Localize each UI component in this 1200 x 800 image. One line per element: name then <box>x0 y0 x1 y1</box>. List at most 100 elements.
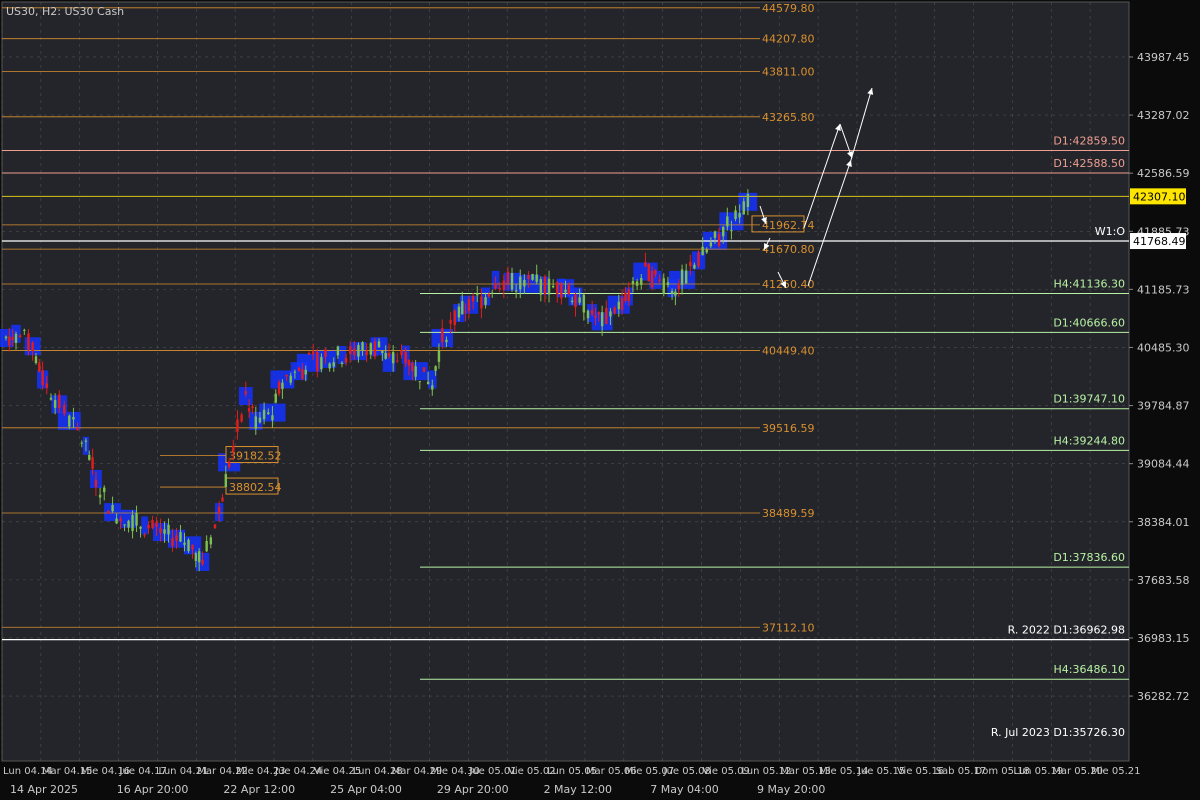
price-chart[interactable]: 44579.8044207.8043811.0043265.8041962.74… <box>0 0 1200 800</box>
candle-body <box>644 262 647 267</box>
candle-body <box>494 283 497 289</box>
candle-body <box>677 283 680 290</box>
candle-body <box>63 405 66 414</box>
candle-body <box>705 249 708 253</box>
candle-body <box>251 406 254 409</box>
candle-body <box>131 514 134 532</box>
candle-body <box>453 310 456 326</box>
candle-body <box>734 210 737 219</box>
candle-body <box>476 293 479 296</box>
candle-body <box>316 351 319 372</box>
candle-body <box>666 282 670 286</box>
right-level-label: H4:39244.80 <box>1054 434 1125 447</box>
right-level-label: H4:41136.30 <box>1054 277 1125 290</box>
candle-body <box>209 537 213 545</box>
candle-body <box>414 366 417 377</box>
candle-body <box>91 457 94 469</box>
candle-body <box>187 539 190 552</box>
candle-body <box>349 346 352 354</box>
orange-level-label: 44207.80 <box>762 33 815 46</box>
candle-body <box>297 367 301 372</box>
candle-body <box>58 394 61 409</box>
candle-body <box>336 346 340 356</box>
candle-body <box>543 276 547 295</box>
candle-body <box>353 348 356 356</box>
candle-body <box>41 370 44 386</box>
candle-body <box>742 201 745 215</box>
y-tick-label: 42586.59 <box>1137 167 1190 180</box>
candle-body <box>624 292 627 301</box>
y-tick-label: 36282.72 <box>1137 690 1190 703</box>
right-level-label: D1:37836.60 <box>1053 551 1125 564</box>
candle-body <box>654 270 657 275</box>
candle-body <box>738 213 741 218</box>
candle-body <box>597 312 601 315</box>
candle-body <box>461 301 464 315</box>
candle-body <box>307 352 311 355</box>
orange-level-label: 41670.80 <box>762 243 815 256</box>
candle-body <box>631 281 635 285</box>
candle-body <box>709 242 713 247</box>
candle-body <box>135 512 138 526</box>
candle-body <box>441 328 444 343</box>
candle-body <box>301 369 304 380</box>
candle-body <box>701 246 704 256</box>
candle-body <box>98 494 102 498</box>
candle-body <box>127 520 130 528</box>
candle-body <box>519 276 522 290</box>
candle-body <box>484 297 487 305</box>
candle-body <box>717 233 721 247</box>
candle-body <box>684 270 688 284</box>
candle-body <box>271 415 274 421</box>
candle-body <box>103 487 106 493</box>
candle-body <box>514 290 518 292</box>
candle-body <box>480 296 483 309</box>
y-tick-label: 40485.30 <box>1137 341 1190 354</box>
candle-body <box>4 336 8 339</box>
right-level-label: D1:42588.50 <box>1053 157 1125 170</box>
candle-body <box>391 352 395 364</box>
candle-body <box>640 278 643 285</box>
candle-body <box>84 440 88 442</box>
candle-body <box>567 285 571 295</box>
y-tick-label: 39084.44 <box>1137 458 1190 471</box>
candle-body <box>467 299 471 312</box>
right-level-label: D1:40666.60 <box>1053 316 1125 329</box>
candle-body <box>400 350 403 356</box>
candle-body <box>115 518 118 524</box>
candle-body <box>175 535 178 542</box>
orange-level-label: 43811.00 <box>762 66 815 79</box>
candle-body <box>556 282 559 295</box>
candle-body <box>605 307 608 325</box>
candle-body <box>205 540 208 552</box>
candle-body <box>418 381 422 383</box>
right-level-label: D1:39747.10 <box>1053 393 1125 406</box>
right-level-label: W1:O <box>1095 225 1126 238</box>
candle-body <box>289 375 292 383</box>
candle-body <box>324 349 327 357</box>
candle-body <box>217 506 221 514</box>
candle-body <box>746 193 750 208</box>
x-time-label: 25 Apr 04:00 <box>330 783 402 796</box>
candle-body <box>407 359 411 366</box>
candle-body <box>53 399 57 408</box>
candle-body <box>464 311 467 313</box>
candle-body <box>396 360 399 362</box>
candle-body <box>697 252 700 267</box>
candle-body <box>491 292 494 294</box>
left-level-label: 38802.54 <box>229 481 282 494</box>
candle-body <box>68 415 71 427</box>
candle-body <box>384 352 387 359</box>
candle-body <box>730 229 733 231</box>
candle-body <box>139 526 142 529</box>
candle-body <box>167 524 170 535</box>
candle-body <box>377 341 381 348</box>
candle-body <box>18 335 22 338</box>
candle-body <box>689 261 692 267</box>
y-tick-label: 37683.58 <box>1137 574 1190 587</box>
candle-body <box>221 497 224 502</box>
candle-body <box>155 521 158 527</box>
candle-body <box>111 505 114 512</box>
candle-body <box>11 337 14 340</box>
candle-body <box>722 226 725 237</box>
